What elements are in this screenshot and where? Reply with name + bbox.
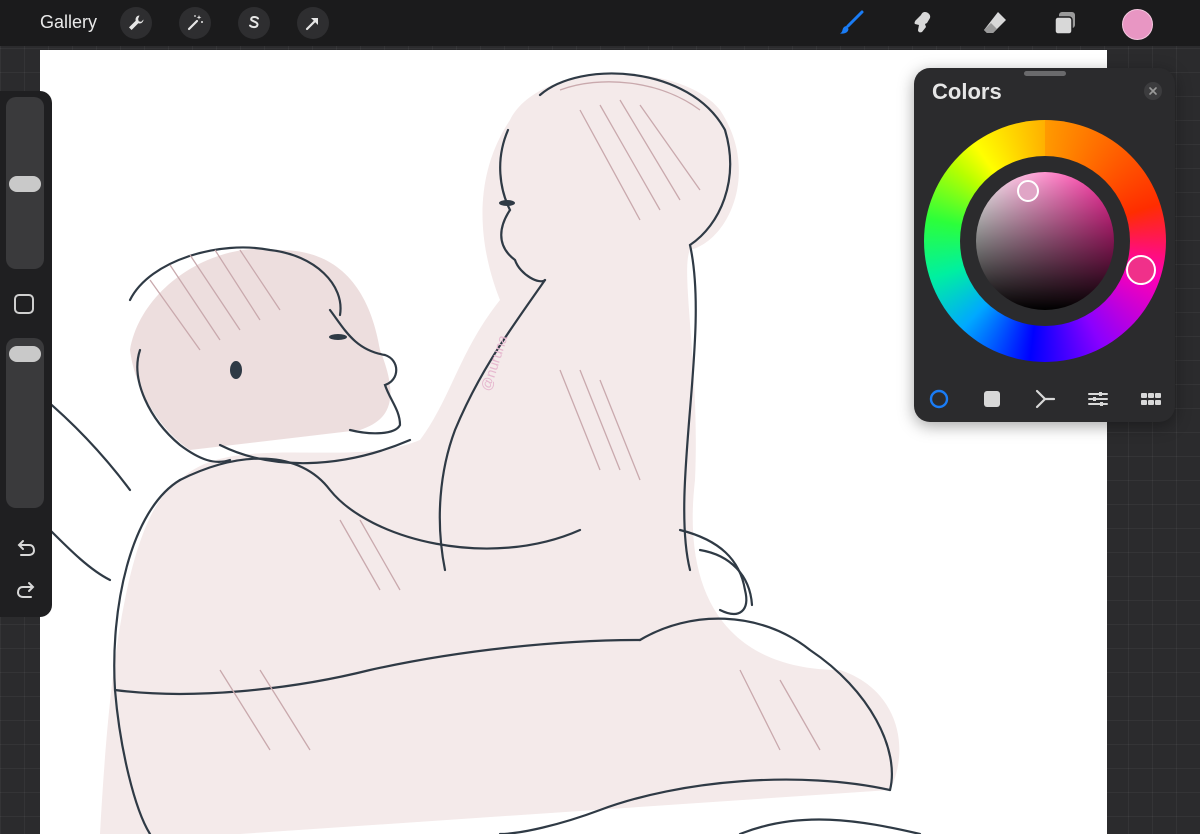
- eraser-icon: [984, 12, 1006, 33]
- classic-mode-icon: [984, 391, 1000, 407]
- wrench-icon: [129, 15, 144, 30]
- colors-panel: Colors: [914, 68, 1175, 422]
- opacity-slider[interactable]: [6, 338, 44, 508]
- tab-harmony[interactable]: [1032, 386, 1058, 412]
- left-sidebar: [0, 91, 52, 617]
- transform-button[interactable]: [297, 7, 329, 39]
- adjustments-button[interactable]: [179, 7, 211, 39]
- eraser-tool-button[interactable]: [978, 6, 1012, 40]
- redo-button[interactable]: [12, 579, 40, 603]
- tab-value[interactable]: [1085, 386, 1111, 412]
- brush-icon: [840, 10, 864, 34]
- saturation-knob[interactable]: [1017, 180, 1039, 202]
- disc-mode-icon: [929, 389, 949, 409]
- top-toolbar: Gallery: [0, 0, 1200, 46]
- undo-button[interactable]: [12, 537, 40, 561]
- tab-disc[interactable]: [926, 386, 952, 412]
- colors-panel-title: Colors: [932, 79, 1002, 104]
- actions-button[interactable]: [120, 7, 152, 39]
- color-swatch-button[interactable]: [1122, 9, 1153, 40]
- color-mode-tabs: [914, 384, 1175, 412]
- harmony-mode-icon: [1035, 389, 1056, 409]
- brush-size-knob[interactable]: [9, 176, 41, 192]
- saturation-brightness-disc[interactable]: [976, 172, 1114, 310]
- undo-icon: [17, 540, 36, 556]
- modify-square-icon[interactable]: [14, 294, 34, 314]
- tab-palettes[interactable]: [1138, 386, 1164, 412]
- smudge-tool-button[interactable]: [906, 6, 940, 40]
- magic-wand-icon: [187, 15, 203, 31]
- smudge-icon: [914, 12, 931, 33]
- opacity-knob[interactable]: [9, 346, 41, 362]
- gallery-button[interactable]: Gallery: [40, 12, 97, 33]
- redo-icon: [16, 582, 35, 598]
- selection-button[interactable]: [238, 7, 270, 39]
- selection-s-icon: [249, 16, 259, 29]
- tab-classic[interactable]: [979, 386, 1005, 412]
- hue-ring-knob[interactable]: [1126, 255, 1156, 285]
- close-icon: [1149, 87, 1157, 95]
- close-panel-button[interactable]: [1144, 82, 1162, 100]
- transform-arrow-icon: [305, 18, 318, 31]
- brush-tool-button[interactable]: [834, 6, 868, 40]
- panel-grabber[interactable]: [1024, 71, 1066, 76]
- layers-icon: [1054, 12, 1075, 35]
- layers-button[interactable]: [1048, 6, 1082, 40]
- palettes-mode-icon: [1141, 393, 1161, 405]
- brush-size-slider[interactable]: [6, 97, 44, 269]
- value-mode-icon: [1088, 392, 1108, 406]
